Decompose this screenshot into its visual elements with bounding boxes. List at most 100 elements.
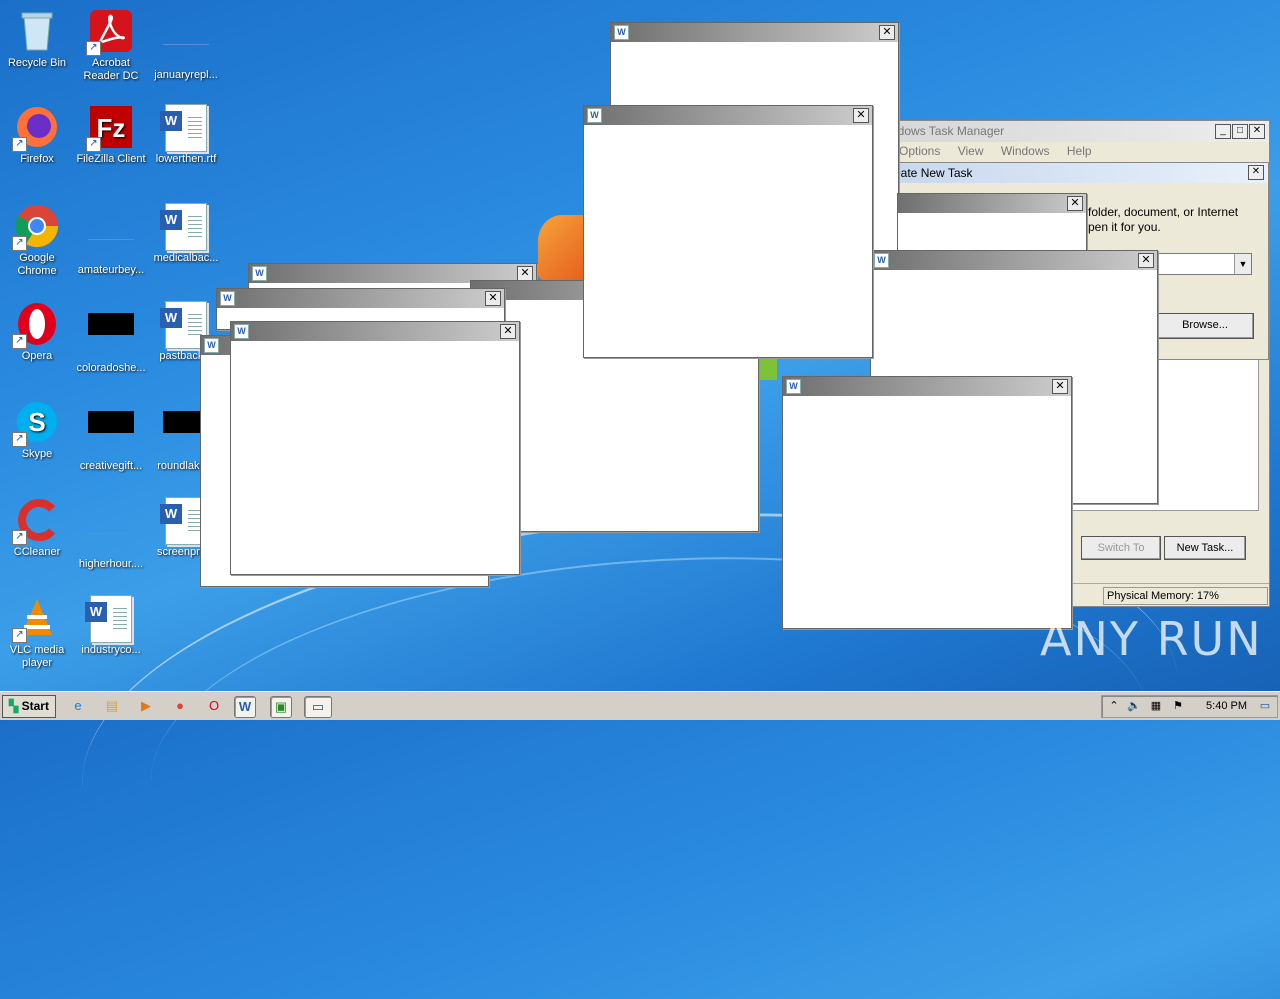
word-window-icon: W — [204, 338, 219, 353]
menu-options[interactable]: Options — [899, 144, 940, 158]
minimize-button[interactable]: _ — [1215, 124, 1231, 139]
desktop-icon-vlc[interactable]: ↗ VLC media player — [0, 595, 74, 670]
word-window-icon: W — [614, 25, 629, 40]
black-thumbnail-icon — [88, 313, 134, 359]
menu-windows[interactable]: Windows — [1001, 144, 1050, 158]
task-manager-icon[interactable]: ▣ — [270, 696, 292, 718]
desktop-icon-medicalbac[interactable]: W medicalbac... — [149, 203, 223, 265]
word-doc-icon: W — [160, 203, 209, 251]
ccleaner-icon: ↗ — [12, 497, 60, 545]
ie-icon[interactable]: e — [68, 696, 88, 716]
task-manager-menu: Options View Windows Help — [871, 142, 1269, 161]
desktop-icon-opera[interactable]: ↗ Opera — [0, 301, 74, 363]
file-icon — [88, 215, 134, 261]
shortcut-arrow-icon: ↗ — [12, 137, 27, 152]
window-titlebar[interactable] — [783, 377, 1071, 396]
close-button[interactable]: ✕ — [1138, 253, 1154, 268]
system-tray: ⌃ 🔈 ▦ ⚑ 5:40 PM ▭ — [1101, 695, 1278, 718]
menu-help[interactable]: Help — [1067, 144, 1092, 158]
new-task-button[interactable]: New Task... — [1164, 536, 1246, 560]
desktop-icon-creativegift[interactable]: creativegift... — [74, 399, 148, 473]
window-titlebar[interactable] — [217, 289, 504, 308]
taskbar: ▚ Start e ▤ ▶ ● O W ▣ ▭ ⌃ 🔈 ▦ ⚑ 5:40 PM … — [0, 691, 1280, 720]
clock[interactable]: 5:40 PM — [1206, 696, 1247, 717]
maximize-button[interactable]: □ — [1232, 124, 1248, 139]
chevron-down-icon[interactable]: ▼ — [1234, 254, 1251, 274]
explorer-icon[interactable]: ▤ — [102, 696, 122, 716]
close-button[interactable]: ✕ — [500, 324, 516, 339]
volume-icon[interactable]: 🔈 — [1126, 698, 1142, 714]
action-center-flag-icon[interactable]: ⚑ — [1170, 698, 1186, 714]
run-dialog-icon[interactable]: ▭ — [304, 696, 332, 718]
opera-icon[interactable]: O — [204, 696, 224, 716]
window-titlebar[interactable] — [611, 23, 898, 42]
switch-to-button[interactable]: Switch To — [1081, 536, 1161, 560]
vlc-icon: ↗ — [12, 595, 60, 643]
shortcut-arrow-icon: ↗ — [12, 236, 27, 251]
menu-view[interactable]: View — [958, 144, 984, 158]
close-button[interactable]: ✕ — [853, 108, 869, 123]
desktop-icon-higherhour[interactable]: higherhour.... — [74, 497, 148, 571]
windows-logo-fragment — [757, 355, 777, 380]
dialog-description: folder, document, or Internet pen it for… — [1088, 205, 1239, 234]
word-window-icon: W — [874, 253, 889, 268]
desktop-icon-skype[interactable]: S ↗ Skype — [0, 399, 74, 461]
close-button[interactable]: ✕ — [1249, 124, 1265, 139]
desktop-icon-industryco[interactable]: W industryco... — [74, 595, 148, 657]
physical-memory-status: Physical Memory: 17% — [1103, 587, 1268, 605]
file-icon — [163, 20, 209, 66]
desktop-icon-recycle-bin[interactable]: Recycle Bin — [0, 8, 74, 70]
opera-icon: ↗ — [12, 301, 60, 349]
shortcut-arrow-icon: ↗ — [86, 137, 101, 152]
word-icon[interactable]: W — [234, 696, 256, 718]
word-doc-icon: W — [160, 104, 209, 152]
chrome-icon[interactable]: ● — [170, 696, 190, 716]
close-button[interactable]: ✕ — [1067, 196, 1083, 211]
desktop-icon-januaryrepl[interactable]: januaryrepl... — [149, 8, 223, 82]
start-button[interactable]: ▚ Start — [2, 695, 56, 718]
window-titlebar[interactable] — [231, 322, 519, 341]
close-button[interactable]: ✕ — [1248, 165, 1264, 180]
desktop-icon-acrobat[interactable]: ↗ Acrobat Reader DC — [74, 8, 148, 83]
window-titlebar[interactable] — [871, 251, 1157, 270]
browse-button[interactable]: Browse... — [1156, 313, 1254, 339]
acrobat-icon: ↗ — [86, 8, 134, 56]
desktop-icon-lowerthen[interactable]: W lowerthen.rtf — [149, 104, 223, 166]
desktop-icon-chrome[interactable]: ↗ Google Chrome — [0, 203, 74, 278]
desktop-icon-ccleaner[interactable]: ↗ CCleaner — [0, 497, 74, 559]
filezilla-icon: Fz ↗ — [86, 104, 134, 152]
shortcut-arrow-icon: ↗ — [86, 41, 101, 56]
desktop-icon-filezilla[interactable]: Fz ↗ FileZilla Client — [74, 104, 148, 166]
skype-icon: S ↗ — [12, 399, 60, 447]
shortcut-arrow-icon: ↗ — [12, 530, 27, 545]
black-thumbnail-icon — [88, 411, 134, 457]
open-combobox[interactable]: ▼ — [1156, 253, 1252, 275]
word-window[interactable]: W ✕ — [230, 321, 520, 575]
show-desktop-icon[interactable]: ▭ — [1257, 698, 1273, 714]
desktop-icon-amateurbey[interactable]: amateurbey... — [74, 203, 148, 277]
media-player-icon[interactable]: ▶ — [136, 696, 156, 716]
firefox-icon: ↗ — [12, 104, 60, 152]
word-window-icon: W — [786, 379, 801, 394]
close-button[interactable]: ✕ — [485, 291, 501, 306]
chrome-icon: ↗ — [12, 203, 60, 251]
close-button[interactable]: ✕ — [517, 266, 533, 281]
word-window[interactable]: W ✕ — [583, 105, 873, 358]
close-button[interactable]: ✕ — [879, 25, 895, 40]
windows-flag-icon: ▚ — [9, 699, 19, 713]
desktop-icon-firefox[interactable]: ↗ Firefox — [0, 104, 74, 166]
shortcut-arrow-icon: ↗ — [12, 628, 27, 643]
network-icon[interactable]: ▦ — [1148, 698, 1164, 714]
word-window-icon: W — [587, 108, 602, 123]
show-hidden-icons-icon[interactable]: ⌃ — [1106, 698, 1122, 714]
word-window[interactable]: W ✕ — [782, 376, 1072, 629]
word-window-icon: W — [234, 324, 249, 339]
shortcut-arrow-icon: ↗ — [12, 334, 27, 349]
window-titlebar[interactable] — [898, 194, 1086, 213]
word-window[interactable]: ✕ — [897, 193, 1087, 255]
close-button[interactable]: ✕ — [1052, 379, 1068, 394]
desktop-icon-coloradoshe[interactable]: coloradoshe... — [74, 301, 148, 375]
window-titlebar[interactable] — [584, 106, 872, 125]
svg-text:S: S — [28, 407, 45, 437]
recycle-bin-icon — [14, 8, 60, 54]
